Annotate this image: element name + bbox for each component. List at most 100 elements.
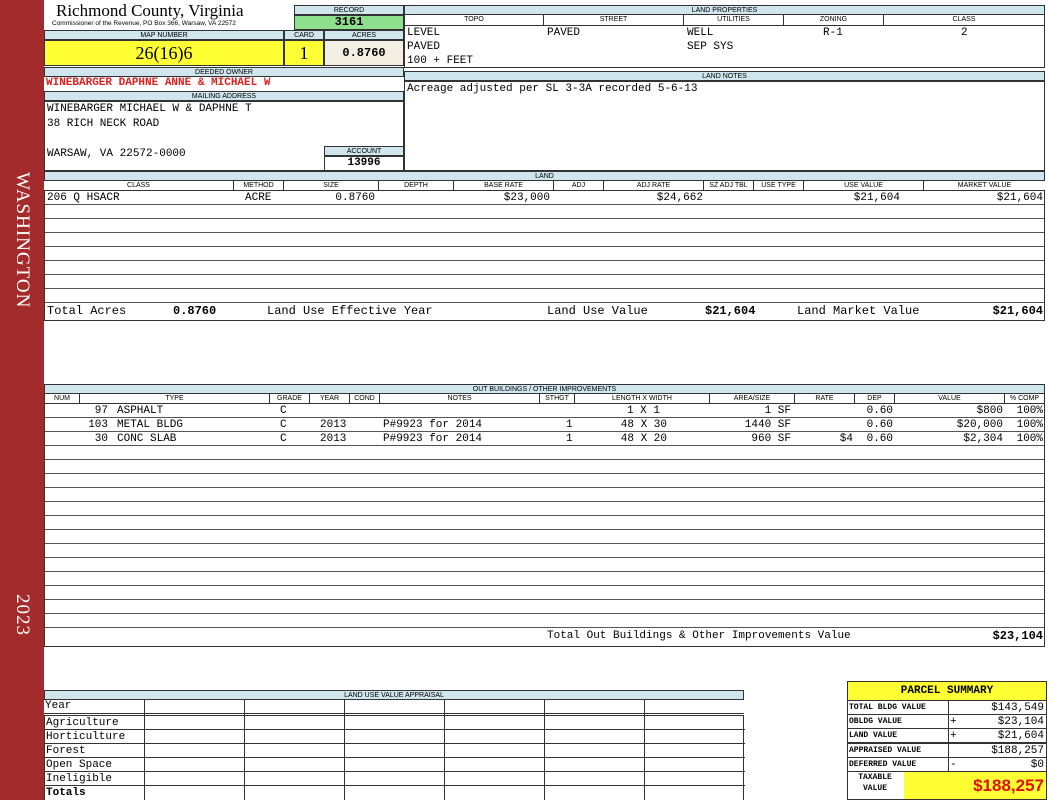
summary-divider — [948, 744, 949, 758]
land-col-class: CLASS — [44, 181, 234, 191]
table-row — [45, 474, 1044, 488]
land-col-method: METHOD — [234, 181, 284, 191]
ob-value: $20,000 — [956, 419, 1003, 431]
taxable-value: $188,257 — [904, 772, 1046, 799]
table-row: Open Space — [45, 758, 745, 772]
county-title: Richmond County, Virginia — [56, 1, 244, 20]
ob-notes: P#9923 for 2014 — [383, 433, 483, 445]
table-row — [45, 544, 1044, 558]
map-number: 26(16)6 — [44, 40, 284, 66]
table-row — [45, 446, 1044, 460]
col-street: STREET — [544, 15, 684, 25]
table-row: 97 ASPHALT C 1 X 1 1 SF 0.60 $800 100% — [45, 404, 1044, 418]
col-utilities: UTILITIES — [684, 15, 784, 25]
table-row — [45, 530, 1044, 544]
summary-label: OBLDG VALUE — [849, 717, 902, 726]
table-row — [45, 586, 1044, 600]
deeded-owner: WINEBARGER DAPHNE ANNE & MICHAEL W — [46, 77, 271, 89]
table-row — [45, 460, 1044, 474]
table-row: 30 CONC SLAB C 2013 P#9923 for 2014 1 48… — [45, 432, 1044, 446]
lua-body: Agriculture Horticulture Forest Open Spa… — [44, 715, 745, 800]
lua-row-label: Horticulture — [46, 731, 126, 743]
ob-type: CONC SLAB — [117, 433, 177, 445]
land-col-use-value: USE VALUE — [804, 181, 924, 191]
ob-rate: $4 — [839, 433, 853, 445]
total-acres: 0.8760 — [173, 304, 217, 318]
summary-value: $143,549 — [991, 702, 1044, 714]
lua-row-label: Ineligible — [46, 773, 113, 785]
ob-area: 960 SF — [751, 433, 791, 445]
land-notes-box: Acreage adjusted per SL 3-3A recorded 5-… — [404, 81, 1045, 171]
summary-divider — [948, 701, 949, 715]
ob-num: 30 — [94, 433, 108, 445]
zoning-value: R-1 — [823, 27, 843, 39]
table-row: Year — [44, 700, 744, 714]
ob-grade: C — [280, 419, 287, 431]
ob-year: 2013 — [320, 433, 347, 445]
ob-col-grade: GRADE — [270, 394, 310, 404]
lua-row-label: Totals — [46, 787, 86, 799]
record-label: RECORD — [294, 5, 404, 15]
land-row-base-rate: $23,000 — [503, 192, 550, 204]
county-address: Commissioner of the Revenue, PO Box 366,… — [52, 20, 236, 27]
summary-value: $21,604 — [997, 730, 1044, 742]
land-use-appraisal-title: LAND USE VALUE APPRAISAL — [44, 690, 744, 700]
summary-label: TOTAL BLDG VALUE — [849, 703, 926, 712]
land-col-size: SIZE — [284, 181, 379, 191]
land-use-value: $21,604 — [705, 304, 756, 318]
topo-1: LEVEL — [407, 27, 441, 39]
ob-lw: 48 X 20 — [620, 433, 667, 445]
outbuildings-body: 97 ASPHALT C 1 X 1 1 SF 0.60 $800 100% 1… — [44, 404, 1045, 647]
ob-grade: C — [280, 433, 287, 445]
summary-row: DEFERRED VALUE - $0 — [848, 758, 1046, 772]
table-row: Horticulture — [45, 730, 745, 744]
mailing-line-2: 38 RICH NECK ROAD — [47, 118, 160, 130]
summary-row: TOTAL BLDG VALUE $143,549 — [848, 701, 1046, 715]
table-row — [45, 275, 1044, 289]
table-row: Forest — [45, 744, 745, 758]
ob-type: METAL BLDG — [117, 419, 184, 431]
lua-row-label: Agriculture — [46, 717, 119, 729]
lua-col-divider — [144, 700, 145, 800]
sidebar-year: 2023 — [12, 594, 33, 636]
land-properties-title: LAND PROPERTIES — [404, 5, 1045, 15]
land-col-market-value: MARKET VALUE — [957, 182, 1012, 189]
utilities-1: WELL — [687, 27, 714, 39]
ob-col-value: VALUE — [895, 394, 1005, 404]
lua-row-label: Forest — [46, 745, 86, 757]
table-row: Ineligible — [45, 772, 745, 786]
ob-num: 97 — [94, 405, 108, 417]
col-class: CLASS — [884, 15, 1045, 25]
ob-value: $800 — [976, 405, 1003, 417]
topo-2: PAVED — [407, 41, 441, 53]
ob-notes: P#9923 for 2014 — [383, 419, 483, 431]
mailing-line-3: WARSAW, VA 22572-0000 — [47, 148, 186, 160]
map-number-label: MAP NUMBER — [44, 30, 284, 40]
effective-year-label: Land Use Effective Year — [267, 304, 433, 318]
card-label: CARD — [284, 30, 324, 40]
land-notes-title: LAND NOTES — [404, 71, 1045, 81]
land-properties-body: LEVEL PAVED 100 + FEET PAVED WELL SEP SY… — [404, 25, 1045, 68]
ob-dep: 0.60 — [866, 433, 893, 445]
land-row-use-value: $21,604 — [853, 192, 900, 204]
account-number: 13996 — [324, 156, 404, 171]
table-row — [45, 205, 1044, 219]
ob-comp: 100% — [1016, 419, 1043, 431]
table-row: Agriculture — [45, 716, 745, 730]
land-notes-text: Acreage adjusted per SL 3-3A recorded 5-… — [407, 83, 698, 95]
lua-col-divider — [644, 700, 645, 800]
land-col-depth: DEPTH — [379, 181, 454, 191]
land-col-use-type: USE TYPE — [754, 181, 804, 191]
table-row — [45, 558, 1044, 572]
summary-divider — [948, 715, 949, 729]
record-number: 3161 — [294, 15, 404, 30]
table-row — [45, 219, 1044, 233]
ob-comp: 100% — [1016, 405, 1043, 417]
land-market-value: $21,604 — [992, 304, 1043, 318]
card-number: 1 — [284, 40, 324, 66]
summary-label: LAND VALUE — [849, 731, 898, 740]
ob-col-comp: % COMP — [1009, 395, 1040, 402]
ob-year: 2013 — [320, 419, 347, 431]
ob-col-type: TYPE — [80, 394, 270, 404]
land-row-method: ACRE — [245, 192, 272, 204]
